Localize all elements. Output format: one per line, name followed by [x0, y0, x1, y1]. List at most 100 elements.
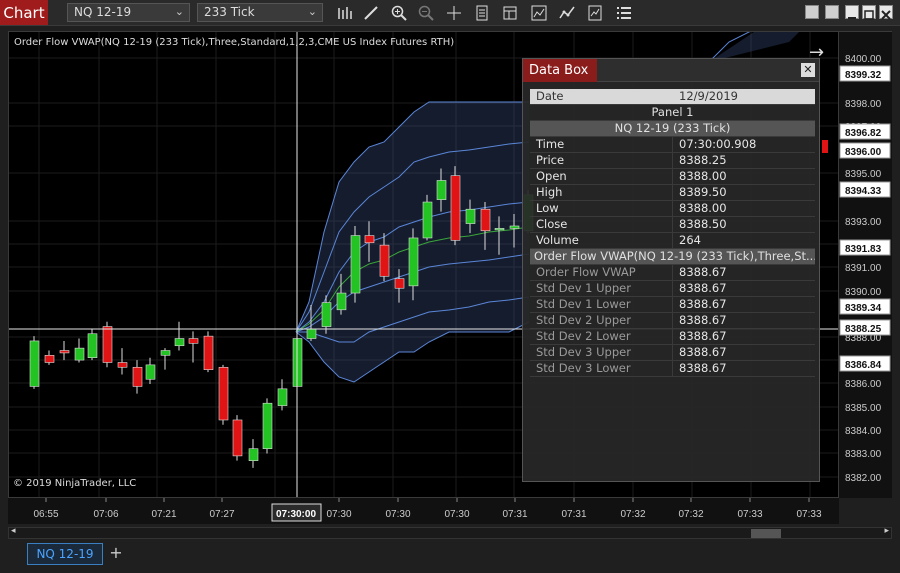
row-value: 8388.00: [679, 201, 727, 215]
row-label: Std Dev 2 Upper: [530, 313, 673, 328]
data-box-row: Std Dev 3 Lower 8388.67: [530, 361, 815, 377]
data-box-row: Std Dev 3 Upper 8388.67: [530, 345, 815, 361]
row-label: Std Dev 1 Lower: [530, 297, 673, 312]
window-button-icon[interactable]: [825, 5, 839, 19]
window-button-icon[interactable]: [805, 5, 819, 19]
time-tick-label: 07:21: [151, 509, 176, 520]
data-box-row: Close 8388.50: [530, 217, 815, 233]
candle-body: [29, 340, 40, 387]
candle-body: [350, 235, 361, 294]
candle-body: [232, 419, 243, 457]
panel-row: Panel 1: [530, 105, 815, 121]
tab-bar: NQ 12-19 +: [0, 540, 900, 573]
chevron-down-icon: ⌄: [307, 5, 317, 18]
time-axis-svg: 06:55 07:06 07:21 07:27 07:30 07:30 07:30 07:31…: [33, 498, 822, 522]
time-tick-label: 07:33: [737, 509, 762, 520]
indicator-label: Order Flow VWAP(NQ 12-19 (233 Tick),Thre…: [534, 249, 815, 263]
time-tick-label: 07:27: [209, 509, 234, 520]
instrument-selector[interactable]: NQ 12-19 ⌄: [67, 3, 190, 22]
row-value: 8389.50: [679, 185, 727, 199]
indicators-icon[interactable]: [529, 3, 549, 22]
price-tick-label: 8382.00: [845, 473, 882, 484]
maximize-icon[interactable]: [862, 5, 876, 20]
date-value: 12/9/2019: [679, 89, 738, 103]
data-box-window[interactable]: Data Box ✕ Date 12/9/2019 Panel 1 NQ 12-…: [522, 58, 820, 482]
zoom-in-icon[interactable]: [389, 3, 409, 22]
time-tick-label: 07:30: [444, 509, 469, 520]
tab-nq-12-19[interactable]: NQ 12-19: [27, 543, 103, 565]
candle-body: [145, 364, 156, 380]
row-label: Close: [530, 217, 673, 232]
bar-style-icon[interactable]: [334, 3, 354, 22]
scroll-thumb[interactable]: [751, 529, 781, 538]
date-row: Date 12/9/2019: [530, 89, 815, 105]
candle-body: [59, 350, 70, 354]
row-value: 8388.67: [679, 265, 727, 279]
candle-body: [306, 328, 317, 339]
time-tick-label: 07:30: [326, 509, 351, 520]
data-box-row: Price 8388.25: [530, 153, 815, 169]
price-flag-label: 8388.25: [845, 324, 882, 335]
row-value: 8388.67: [679, 345, 727, 359]
close-icon[interactable]: [879, 5, 893, 20]
row-label: Volume: [530, 233, 673, 248]
templates-icon[interactable]: [500, 3, 520, 22]
row-value: 8388.00: [679, 169, 727, 183]
price-tick-label: 8390.00: [845, 287, 882, 298]
scroll-right-icon[interactable]: ▸: [884, 526, 889, 536]
data-box-row: Std Dev 1 Lower 8388.67: [530, 297, 815, 313]
candle-body: [262, 402, 273, 450]
candle-body: [422, 201, 433, 239]
close-icon[interactable]: ✕: [801, 63, 815, 77]
row-value: 8388.67: [679, 281, 727, 295]
row-value: 8388.67: [679, 361, 727, 375]
candle-body: [188, 338, 199, 344]
drawing-tool-icon[interactable]: [361, 3, 381, 22]
indicator-title: Order Flow VWAP(NQ 12-19 (233 Tick),Thre…: [14, 37, 455, 48]
candle-body: [436, 180, 447, 200]
horizontal-scrollbar[interactable]: ◂ ▸: [8, 526, 892, 539]
indicator-row: Order Flow VWAP(NQ 12-19 (233 Tick),Thre…: [530, 249, 815, 265]
add-tab-button[interactable]: +: [106, 543, 126, 565]
time-tick-label: 07:06: [93, 509, 118, 520]
strategies-icon[interactable]: [557, 3, 577, 22]
time-tick-label: 07:30: [385, 509, 410, 520]
price-flag-label: 8391.83: [845, 244, 882, 255]
candle-body: [480, 208, 491, 232]
data-box-row: Open 8388.00: [530, 169, 815, 185]
copyright-text: © 2019 NinjaTrader, LLC: [13, 478, 137, 489]
time-tick-label: 06:55: [33, 509, 58, 520]
data-box-table: Date 12/9/2019 Panel 1 NQ 12-19 (233 Tic…: [530, 89, 815, 377]
data-box-header[interactable]: Data Box ✕: [523, 59, 819, 82]
row-label: Order Flow VWAP: [530, 265, 673, 280]
row-value: 264: [679, 233, 701, 247]
chevron-down-icon: ⌄: [174, 5, 184, 18]
chart-tab[interactable]: Chart: [0, 0, 48, 25]
zoom-out-icon[interactable]: [416, 3, 436, 22]
series-row: NQ 12-19 (233 Tick): [530, 121, 815, 137]
price-tick-label: 8400.00: [845, 54, 882, 65]
price-flag-label: 8389.34: [845, 303, 882, 314]
price-tick-label: 8398.00: [845, 99, 882, 110]
properties-icon[interactable]: [472, 3, 492, 22]
time-axis[interactable]: 06:55 07:06 07:21 07:27 07:30 07:30 07:30 07:31…: [8, 498, 839, 524]
crosshair-icon[interactable]: [444, 3, 464, 22]
candle-body: [509, 225, 520, 229]
candle-body: [102, 326, 113, 363]
candle-body: [203, 335, 214, 370]
menu-icon[interactable]: [614, 3, 634, 22]
price-axis[interactable]: 8400.008398.008397.008395.008393.008392.…: [839, 31, 892, 498]
interval-selector[interactable]: 233 Tick ⌄: [197, 3, 323, 22]
price-tick-label: 8391.00: [845, 263, 882, 274]
candle-body: [117, 362, 128, 368]
price-tick-label: 8383.00: [845, 449, 882, 460]
scroll-left-icon[interactable]: ◂: [11, 526, 16, 536]
row-label: Low: [530, 201, 673, 216]
time-tick-label: 07:32: [678, 509, 703, 520]
candle-body: [132, 366, 143, 387]
chart-trader-icon[interactable]: [585, 3, 605, 22]
candle-body: [248, 448, 259, 461]
candle-body: [336, 292, 347, 311]
time-tick-label: 07:32: [620, 509, 645, 520]
minimize-icon[interactable]: [845, 5, 859, 19]
